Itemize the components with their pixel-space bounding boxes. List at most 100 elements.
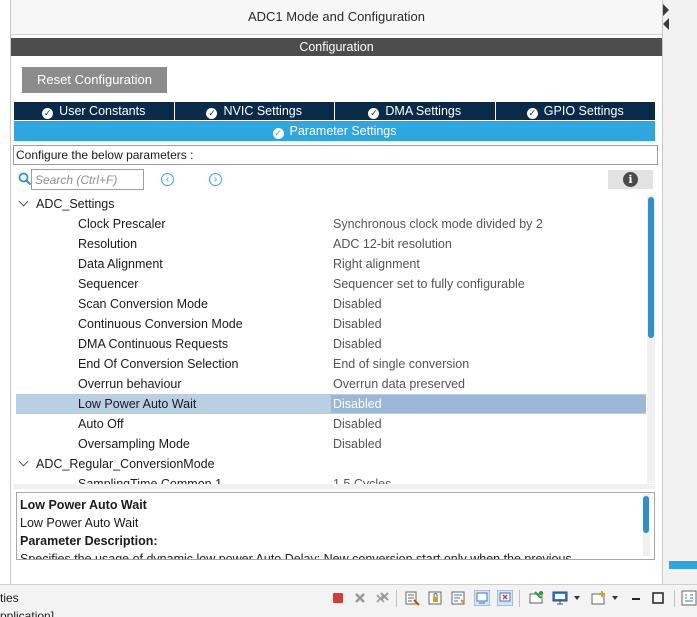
param-row-end-of-conversion-selection[interactable]: End Of Conversion Selection End of singl…	[16, 354, 646, 374]
description-scrollbar[interactable]	[643, 494, 650, 556]
param-value: Disabled	[333, 417, 382, 431]
chevron-down-icon[interactable]	[18, 456, 29, 467]
param-row-low-power-auto-wait[interactable]: Low Power Auto Wait Disabled	[16, 394, 646, 414]
close-icon[interactable]	[352, 590, 368, 606]
show-console-on-output-icon[interactable]	[474, 590, 490, 606]
right-panel-edge	[662, 0, 697, 584]
param-value: ADC 12-bit resolution	[333, 237, 452, 251]
param-row-clock-prescaler[interactable]: Clock Prescaler Synchronous clock mode d…	[16, 214, 646, 234]
word-wrap-icon[interactable]	[450, 590, 466, 606]
param-name: Data Alignment	[78, 257, 163, 271]
minimize-icon[interactable]	[628, 590, 644, 606]
param-name: Low Power Auto Wait	[78, 397, 197, 411]
left-panel-edge	[0, 0, 11, 584]
tab-label: User Constants	[59, 104, 146, 118]
tree-scrollbar[interactable]	[647, 195, 655, 483]
stop-icon[interactable]	[330, 590, 346, 606]
tab-gpio-settings[interactable]: ✓ GPIO Settings	[495, 102, 655, 120]
tab-parameter-settings[interactable]: ✓ Parameter Settings	[14, 121, 655, 141]
show-console-on-error-icon[interactable]	[497, 590, 513, 606]
tree-group-adc-settings[interactable]: ADC_Settings	[14, 194, 115, 214]
param-value: 1.5 Cycles	[333, 477, 392, 484]
configure-instructions: Configure the below parameters :	[13, 145, 658, 165]
chevron-down-icon[interactable]	[574, 596, 580, 600]
param-name: Resolution	[78, 237, 138, 251]
panel-divider	[14, 484, 655, 489]
param-row-dma-continuous-requests[interactable]: DMA Continuous Requests Disabled	[16, 334, 646, 354]
param-row-sequencer[interactable]: Sequencer Sequencer set to fully configu…	[16, 274, 646, 294]
check-icon: ✓	[272, 128, 284, 139]
param-row-data-alignment[interactable]: Data Alignment Right alignment	[16, 254, 646, 274]
previous-icon[interactable]: ‹	[161, 173, 174, 186]
toolbar-separator	[674, 590, 675, 607]
param-name: Scan Conversion Mode	[78, 297, 208, 311]
param-row-auto-off[interactable]: Auto Off Disabled	[16, 414, 646, 434]
parameter-tree: ADC_Settings Clock Prescaler Synchronous…	[14, 193, 646, 484]
param-row-oversampling-mode[interactable]: Oversampling Mode Disabled	[16, 434, 646, 454]
param-value: Overrun data preserved	[333, 377, 466, 391]
search-input[interactable]	[31, 169, 144, 190]
param-row-resolution[interactable]: Resolution ADC 12-bit resolution	[16, 234, 646, 254]
tab-label: GPIO Settings	[543, 104, 624, 118]
configuration-section-header: Configuration	[11, 38, 662, 56]
chevron-down-icon[interactable]	[612, 596, 618, 600]
search-icon[interactable]	[18, 172, 32, 186]
info-button[interactable]: i	[608, 170, 653, 189]
description-panel: Low Power Auto Wait Low Power Auto Wait …	[16, 492, 655, 560]
param-name: Sequencer	[78, 277, 139, 291]
param-name: DMA Continuous Requests	[78, 337, 229, 351]
pin-console-icon[interactable]	[528, 590, 544, 606]
tab-label: NVIC Settings	[223, 104, 302, 118]
param-row-samplingtime-common-1[interactable]: SamplingTime Common 1 1.5 Cycles	[16, 474, 646, 484]
toolbar-separator	[396, 590, 397, 607]
scroll-lock-icon[interactable]	[427, 590, 443, 606]
param-value: Disabled	[333, 397, 382, 411]
reset-configuration-button[interactable]: Reset Configuration	[22, 67, 167, 93]
param-value: Right alignment	[333, 257, 420, 271]
properties-panel: ties pplication]	[0, 584, 697, 617]
param-name: SamplingTime Common 1	[78, 477, 223, 484]
tab-user-constants[interactable]: ✓ User Constants	[14, 102, 175, 120]
param-name: End Of Conversion Selection	[78, 357, 239, 371]
param-row-overrun-behaviour[interactable]: Overrun behaviour Overrun data preserved	[16, 374, 646, 394]
param-value: Disabled	[333, 337, 382, 351]
check-icon: ✓	[206, 108, 218, 119]
description-title: Low Power Auto Wait	[20, 498, 147, 512]
tree-scrollbar-thumb[interactable]	[648, 197, 654, 338]
param-value: Synchronous clock mode divided by 2	[333, 217, 543, 231]
description-scrollbar-thumb[interactable]	[643, 496, 649, 533]
tab-dma-settings[interactable]: ✓ DMA Settings	[335, 102, 496, 120]
window-title: ADC1 Mode and Configuration	[11, 0, 662, 35]
param-value: Disabled	[333, 297, 382, 311]
binary-view-icon[interactable]	[681, 590, 697, 606]
collapse-right-icon[interactable]	[663, 4, 669, 16]
info-icon: i	[623, 172, 638, 187]
collapse-left-icon[interactable]	[663, 18, 669, 30]
param-name: Clock Prescaler	[78, 217, 166, 231]
description-label: Parameter Description:	[20, 534, 158, 548]
next-icon[interactable]: ›	[209, 173, 222, 186]
param-row-scan-conversion-mode[interactable]: Scan Conversion Mode Disabled	[16, 294, 646, 314]
chevron-down-icon[interactable]	[18, 196, 29, 207]
check-icon: ✓	[42, 108, 54, 119]
clear-console-icon[interactable]	[404, 590, 420, 606]
right-panel-scrollbar[interactable]	[669, 561, 697, 569]
tab-nvic-settings[interactable]: ✓ NVIC Settings	[174, 102, 335, 120]
properties-tab-title[interactable]: ties	[0, 591, 19, 605]
param-value: Disabled	[333, 317, 382, 331]
param-name: Continuous Conversion Mode	[78, 317, 243, 331]
open-console-icon[interactable]	[590, 590, 606, 606]
tab-label: Parameter Settings	[289, 124, 397, 138]
tree-group-adc-regular-conversionmode[interactable]: ADC_Regular_ConversionMode	[14, 454, 215, 474]
toolbar-separator	[519, 590, 520, 607]
close-all-icon[interactable]	[374, 590, 390, 606]
maximize-icon[interactable]	[650, 590, 666, 606]
param-value: Disabled	[333, 437, 382, 451]
properties-subtitle: pplication]	[0, 609, 55, 617]
group-label: ADC_Settings	[36, 197, 115, 211]
param-row-continuous-conversion-mode[interactable]: Continuous Conversion Mode Disabled	[16, 314, 646, 334]
param-name: Auto Off	[78, 417, 124, 431]
check-icon: ✓	[368, 108, 380, 119]
param-name: Oversampling Mode	[78, 437, 190, 451]
display-selected-console-icon[interactable]	[552, 590, 568, 606]
